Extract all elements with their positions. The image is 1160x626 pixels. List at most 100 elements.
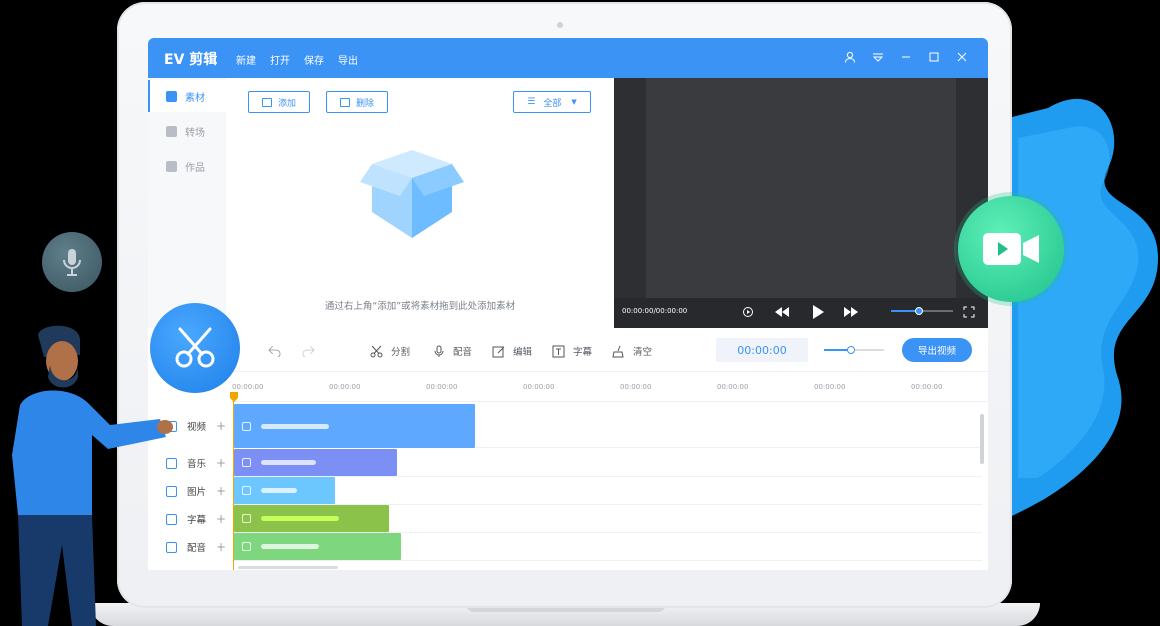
rewind-icon[interactable] [774,304,790,320]
edit-label: 编辑 [513,347,533,358]
video-canvas [646,78,956,298]
clip-title-bar [261,516,339,521]
undo-icon [268,344,281,357]
redo-button[interactable] [302,344,323,357]
track-name: 图片 [187,487,207,498]
add-track-icon[interactable]: + [216,484,226,498]
microphone-icon [432,345,445,358]
ruler-tick: 00:00:00 [717,383,749,391]
menu-open[interactable]: 打开 [270,52,290,67]
maximize-icon[interactable] [925,48,943,66]
empty-hint: 通过右上角“添加”或将素材拖到此处添加素材 [324,301,516,312]
menu-save[interactable]: 保存 [304,52,324,67]
playhead-line [233,400,234,570]
subtitle-clip-icon [242,514,251,523]
volume-knob[interactable] [914,307,923,315]
skin-icon[interactable] [869,48,887,66]
add-track-icon[interactable]: + [216,419,226,433]
ruler-tick: 00:00:00 [523,383,555,391]
subtitle-button[interactable]: 字幕 [552,344,592,358]
clear-label: 清空 [633,347,653,358]
user-icon[interactable] [841,48,859,66]
folder-icon [166,160,177,172]
microphone-icon [63,249,81,276]
timeline-h-scrollbar[interactable] [238,566,338,569]
play-icon[interactable] [810,304,826,320]
chevron-down-icon: ▼ [571,98,577,106]
filter-dropdown[interactable]: ☰ 全部 ▼ [513,91,591,113]
timeline-v-scrollbar[interactable] [980,414,984,464]
delete-button[interactable]: 删除 [326,91,388,113]
track-name: 字幕 [187,515,207,526]
undo-button[interactable] [268,344,289,357]
clear-button[interactable]: 清空 [612,344,652,358]
dub-button[interactable]: 配音 [432,344,472,358]
menu-export[interactable]: 导出 [338,52,358,67]
sidebar-item-label: 转场 [185,127,205,139]
sidebar-item-materials[interactable]: 素材 [148,80,226,112]
music-clip-icon [242,458,251,467]
zoom-knob[interactable] [847,346,855,354]
dub-clip[interactable] [234,533,401,560]
subtitle-label: 字幕 [573,347,593,358]
redo-icon [302,344,315,357]
add-button[interactable]: 添加 [248,91,310,113]
ruler-tick: 00:00:00 [426,383,458,391]
split-button[interactable]: 分割 [370,344,410,358]
replay-icon[interactable] [740,304,756,320]
split-label: 分割 [391,347,411,358]
volume-slider[interactable] [891,307,953,315]
add-track-icon[interactable]: + [216,512,226,526]
export-video-button[interactable]: 导出视频 [902,338,972,362]
transition-icon [166,125,177,137]
edit-button[interactable]: 编辑 [492,344,532,358]
minimize-icon[interactable] [897,48,915,66]
dub-label: 配音 [453,347,473,358]
image-clip-icon [242,486,251,495]
menu-new[interactable]: 新建 [236,52,256,67]
subtitle-clip[interactable] [234,505,389,532]
text-icon [552,345,565,358]
add-track-icon[interactable]: + [216,456,226,470]
pencil-icon [492,345,505,358]
sidebar-item-transitions[interactable]: 转场 [148,115,226,147]
sidebar-item-label: 作品 [185,162,205,174]
list-icon: ☰ [527,97,536,107]
track-name: 视频 [187,422,207,433]
clip-title-bar [261,488,297,493]
fullscreen-icon[interactable] [961,304,977,320]
dub-clip-icon [242,542,251,551]
delete-button-label: 删除 [355,98,374,109]
app-title: EV 剪辑 [164,52,218,68]
video-clip[interactable] [234,404,475,448]
add-file-icon [261,97,272,107]
close-icon[interactable] [953,48,971,66]
webcam-dot [557,22,563,28]
video-camera-badge [958,196,1064,302]
ruler-tick: 00:00:00 [814,383,846,391]
add-button-label: 添加 [277,98,296,109]
video-camera-icon [983,233,1039,265]
preview-panel: 00:00:00/00:00:00 [614,78,988,328]
music-clip[interactable] [234,449,397,476]
clip-title-bar [261,460,316,465]
image-clip[interactable] [234,477,335,504]
track-name: 音乐 [187,459,207,470]
microphone-badge [42,232,102,292]
add-track-icon[interactable]: + [216,540,226,554]
sidebar-item-works[interactable]: 作品 [148,150,226,182]
media-panel: 添加 删除 ☰ 全部 ▼ 通过右上角“添加”或将素材拖到此处添加素材 [226,78,691,328]
clip-title-bar [261,423,329,429]
trash-icon [339,97,350,107]
fast-forward-icon[interactable] [843,304,859,320]
ruler-tick: 00:00:00 [911,383,943,391]
clip-title-bar [261,544,319,549]
ruler-tick: 00:00:00 [329,383,361,391]
player-timecode: 00:00:00/00:00:00 [622,307,688,315]
filter-dropdown-label: 全部 [543,98,562,109]
empty-box-icon [360,150,464,238]
ruler-tick: 00:00:00 [232,383,264,391]
zoom-slider[interactable] [824,346,884,354]
sidebar-item-label: 素材 [185,92,205,104]
video-clip-icon [242,421,251,431]
